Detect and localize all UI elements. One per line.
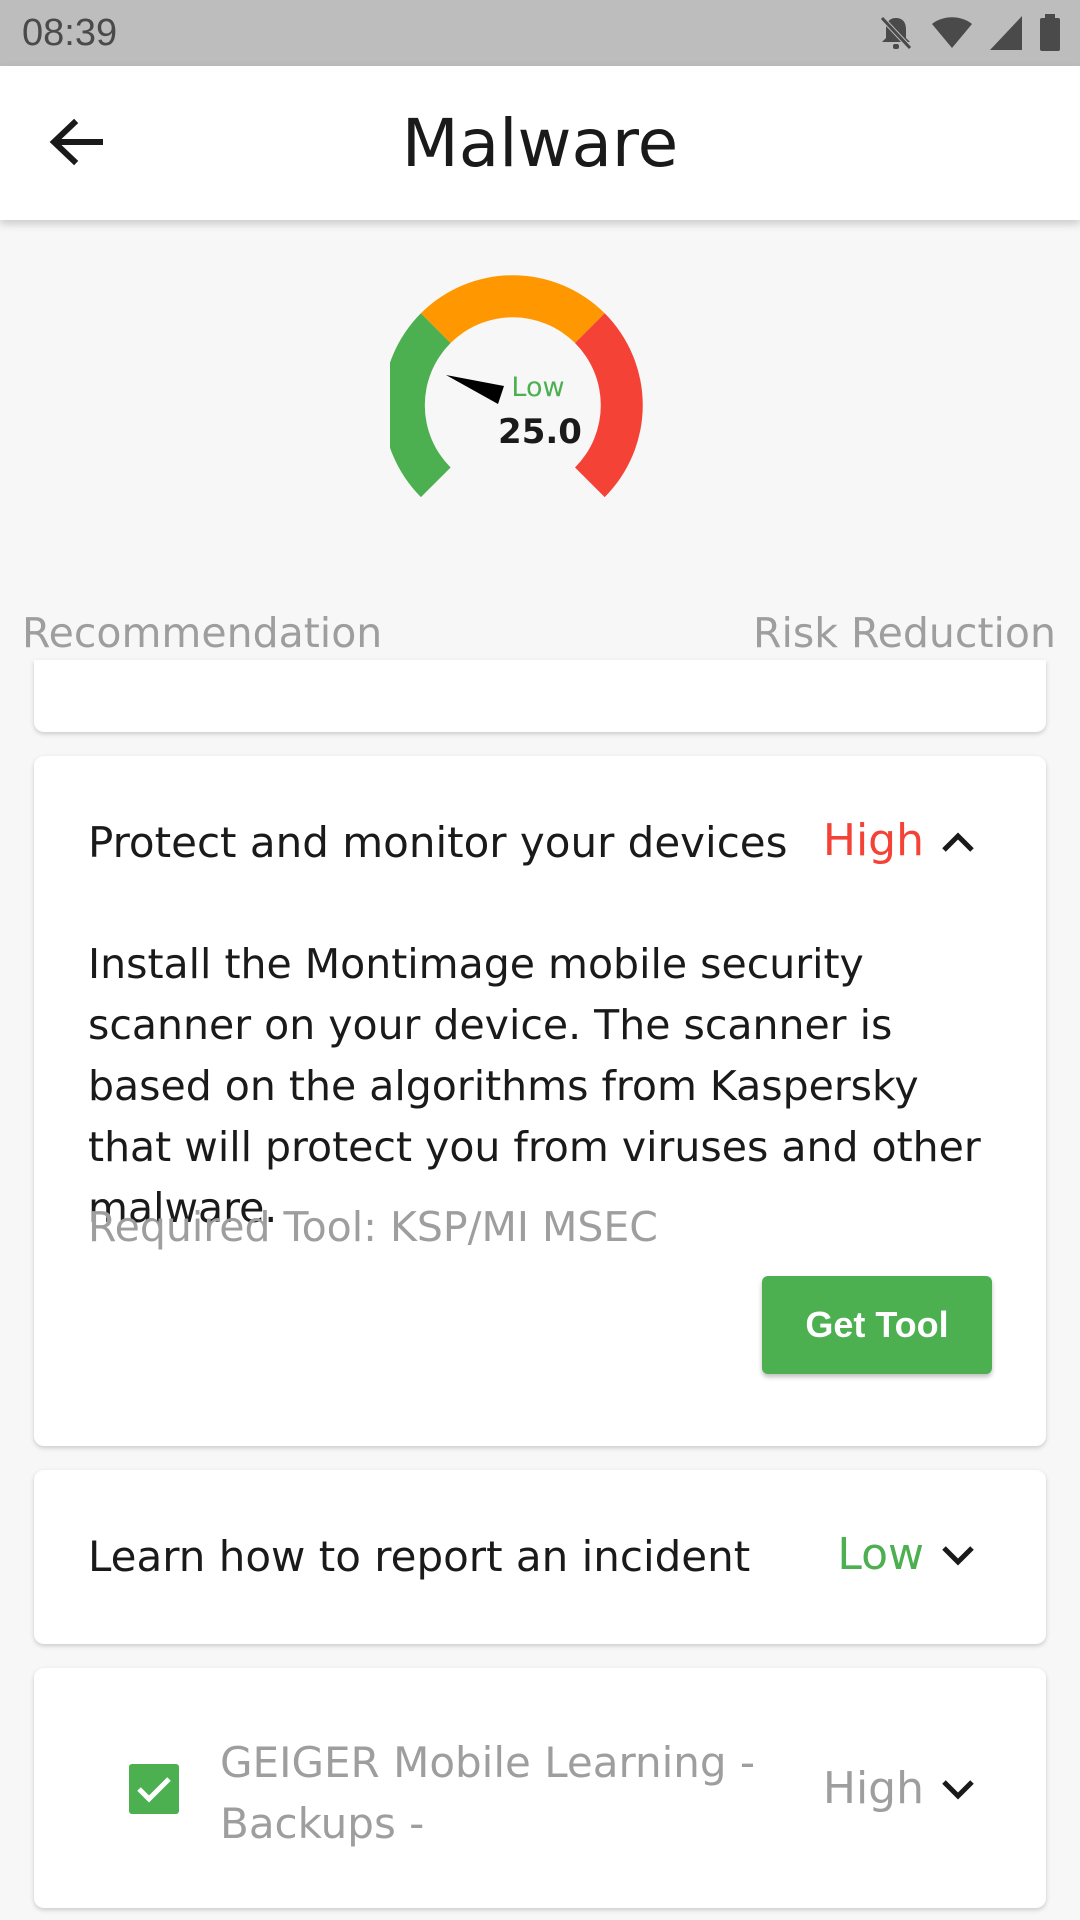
gauge-medium-segment	[420, 275, 605, 343]
recommendation-header: Recommendation	[22, 609, 383, 657]
chevron-up-icon[interactable]	[938, 822, 978, 862]
recommendation-card[interactable]: GEIGER Mobile Learning - Backups - High	[34, 1668, 1046, 1908]
signal-icon	[988, 14, 1024, 52]
status-icons	[876, 14, 1062, 52]
recommendation-title[interactable]: Protect and monitor your devices	[88, 816, 788, 870]
recommendation-title: GEIGER Mobile Learning - Backups -	[220, 1738, 756, 1848]
risk-level-badge: High	[822, 815, 924, 866]
status-bar: 08:39	[0, 0, 1080, 66]
wifi-icon	[930, 14, 974, 52]
app-bar: Malware	[0, 66, 1080, 220]
status-time: 08:39	[22, 12, 118, 54]
notifications-off-icon	[876, 14, 916, 52]
page-title: Malware	[401, 105, 679, 182]
recommendation-card: Protect and monitor your devices High In…	[34, 756, 1046, 1446]
get-tool-button[interactable]: Get Tool	[762, 1276, 992, 1374]
chevron-down-icon[interactable]	[938, 1770, 978, 1810]
recommendation-card[interactable]: Learn how to report an incident Low	[34, 1470, 1046, 1644]
battery-icon	[1038, 14, 1062, 52]
check-icon	[137, 1777, 171, 1803]
recommendation-card-partial	[34, 660, 1046, 732]
recommendation-title: Learn how to report an incident	[88, 1532, 751, 1581]
gauge-risk-label: Low	[511, 372, 565, 403]
risk-level-badge: Low	[837, 1529, 924, 1580]
gauge-risk-value: 25.0	[498, 412, 582, 452]
gauge-high-segment	[575, 313, 643, 498]
required-tool-text: Required Tool: KSP/MI MSEC	[88, 1203, 658, 1251]
recommendation-description: Install the Montimage mobile security sc…	[88, 940, 981, 1232]
gauge-low-segment	[382, 313, 451, 498]
risk-level-badge: High	[822, 1763, 924, 1814]
risk-reduction-header: Risk Reduction	[753, 609, 1056, 657]
chevron-down-icon[interactable]	[938, 1536, 978, 1576]
completed-checkbox[interactable]	[129, 1764, 179, 1814]
